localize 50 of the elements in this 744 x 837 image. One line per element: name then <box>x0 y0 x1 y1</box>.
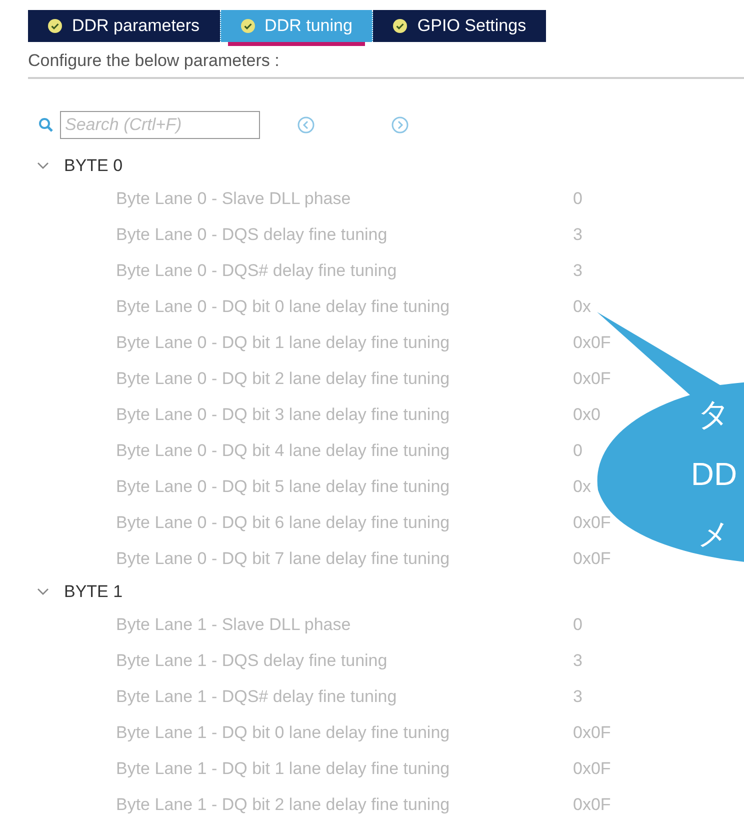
parameter-value[interactable]: 0x0F <box>573 720 611 746</box>
parameter-name: Byte Lane 0 - Slave DLL phase <box>116 188 352 210</box>
parameter-value[interactable]: 0x <box>573 474 591 500</box>
parameter-name: Byte Lane 0 - DQ bit 3 lane delay fine tuning <box>116 404 451 426</box>
next-icon[interactable] <box>391 116 409 134</box>
instruction-text: Configure the below parameters : <box>28 50 280 72</box>
check-circle-icon <box>48 19 62 33</box>
parameter-name: Byte Lane 0 - DQ bit 7 lane delay fine tuning <box>116 548 451 570</box>
callout-text: タ DD メ <box>690 395 738 554</box>
check-circle-icon <box>393 19 408 33</box>
parameter-value[interactable]: 0 <box>573 612 582 638</box>
parameter-value[interactable]: 0x0F <box>573 756 611 782</box>
parameter-value[interactable]: 0x0F <box>573 546 611 572</box>
parameter-value[interactable]: 0x0F <box>573 330 611 356</box>
parameter-name: Byte Lane 1 - DQS# delay fine tuning <box>116 686 398 708</box>
group-title[interactable]: BYTE 0 <box>64 152 123 178</box>
tab[interactable]: GPIO Settings <box>373 10 546 42</box>
parameter-name: Byte Lane 0 - DQ bit 2 lane delay fine tuning <box>116 368 451 390</box>
search-field[interactable]: Search (Crtl+F) <box>60 110 260 138</box>
tab[interactable]: DDR tuning <box>220 10 374 42</box>
parameter-name: Byte Lane 0 - DQ bit 4 lane delay fine tuning <box>116 440 451 462</box>
parameter-name: Byte Lane 1 - Slave DLL phase <box>116 614 352 636</box>
parameter-name: Byte Lane 1 - DQS delay fine tuning <box>116 650 388 672</box>
parameter-value[interactable]: 0 <box>573 438 582 464</box>
parameter-name: Byte Lane 1 - DQ bit 2 lane delay fine tuning <box>116 794 451 816</box>
parameter-value[interactable]: 0 <box>573 186 582 212</box>
parameter-value[interactable]: 0x <box>573 294 591 320</box>
parameter-name: Byte Lane 0 - DQ bit 0 lane delay fine tuning <box>116 296 451 318</box>
parameter-name: Byte Lane 0 - DQ bit 5 lane delay fine tuning <box>116 476 451 498</box>
parameter-value[interactable]: 3 <box>573 222 582 248</box>
previous-icon[interactable] <box>297 116 315 134</box>
parameter-value[interactable]: 0x0F <box>573 792 611 818</box>
parameter-value[interactable]: 0x0F <box>573 366 611 392</box>
chevron-icon[interactable] <box>36 586 50 596</box>
parameter-value[interactable]: 3 <box>573 684 582 710</box>
parameter-name: Byte Lane 0 - DQ bit 1 lane delay fine tuning <box>116 332 451 354</box>
parameter-name: Byte Lane 0 - DQS# delay fine tuning <box>116 260 398 282</box>
parameter-value[interactable]: 3 <box>573 258 582 284</box>
check-circle-icon <box>240 19 255 33</box>
parameter-value[interactable]: 3 <box>573 648 582 674</box>
parameter-value[interactable]: 0x0 <box>573 402 600 428</box>
tab[interactable]: DDR parameters <box>28 10 220 42</box>
chevron-icon[interactable] <box>36 160 50 170</box>
parameter-name: Byte Lane 0 - DQS delay fine tuning <box>116 224 388 246</box>
search-icon <box>38 116 54 132</box>
parameter-name: Byte Lane 1 - DQ bit 0 lane delay fine tuning <box>116 722 451 744</box>
parameter-name: Byte Lane 0 - DQ bit 6 lane delay fine tuning <box>116 512 451 534</box>
group-title[interactable]: BYTE 1 <box>64 578 123 604</box>
parameter-value[interactable]: 0x0F <box>573 510 611 536</box>
parameter-name: Byte Lane 1 - DQ bit 1 lane delay fine tuning <box>116 758 451 780</box>
